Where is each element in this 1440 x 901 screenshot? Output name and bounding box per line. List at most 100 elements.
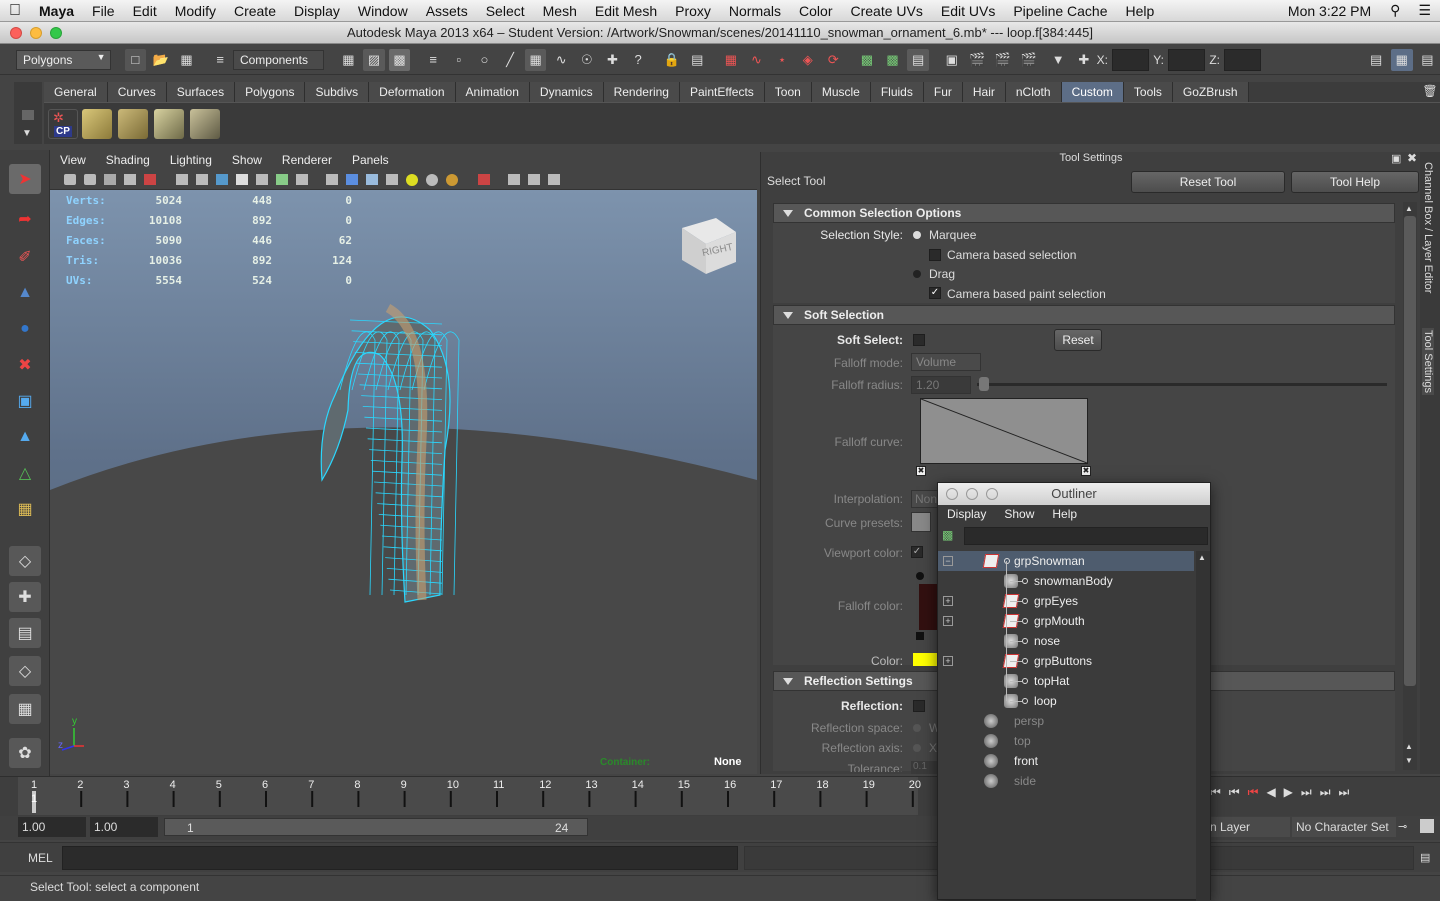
soft-reset-button[interactable]: Reset	[1054, 329, 1102, 351]
select-component-icon[interactable]: ▩	[388, 48, 411, 71]
snap-grid-icon[interactable]: ▦	[720, 49, 742, 71]
zoom-window-button[interactable]	[50, 27, 62, 39]
tool-settings-tab[interactable]: Tool Settings	[1422, 328, 1434, 395]
soft-modification-icon[interactable]: ▲	[9, 422, 41, 452]
snap-plane-icon[interactable]: ◈	[797, 49, 819, 71]
viewport-menu-panels[interactable]: Panels	[342, 152, 399, 170]
shelf-tab-rendering[interactable]: Rendering	[603, 82, 680, 102]
x-field[interactable]	[1111, 48, 1150, 71]
expand-icon[interactable]: +	[943, 656, 953, 666]
perspective-outliner-layout-icon[interactable]: ▤	[9, 618, 41, 648]
outliner-menu-display[interactable]: Display	[938, 505, 995, 525]
anim-layer-dropdown[interactable]: n Layer	[1206, 817, 1290, 837]
outliner-item-tophat[interactable]: topHat	[938, 671, 1194, 691]
new-scene-icon[interactable]: □	[124, 48, 147, 71]
viewport-menu-lighting[interactable]: Lighting	[160, 152, 222, 170]
lock-selection-icon[interactable]: 🔒	[661, 49, 683, 71]
tool-settings-toggle-icon[interactable]: ▦	[1390, 48, 1413, 71]
show-manipulator-icon[interactable]: △	[9, 458, 41, 488]
outliner-scroll-up-icon[interactable]: ▲	[1198, 553, 1206, 562]
select-hierarchy-icon[interactable]: ▦	[338, 49, 360, 71]
absolute-transform-icon[interactable]: ✚	[1073, 49, 1095, 71]
scroll-down-icon[interactable]: ▼	[1405, 756, 1413, 765]
falloff-color-key-top[interactable]	[916, 572, 924, 580]
animation-preferences-icon[interactable]	[1420, 819, 1434, 833]
menu-select[interactable]: Select	[477, 3, 534, 19]
curve-key-start-icon[interactable]: ✖	[916, 466, 926, 476]
single-perspective-layout-icon[interactable]: ◇	[9, 546, 41, 576]
shelf-tab-ncloth[interactable]: nCloth	[1005, 82, 1062, 102]
shelf-tab-animation[interactable]: Animation	[455, 82, 530, 102]
mask-menu-icon[interactable]: ≡	[422, 49, 444, 71]
scroll-up-2-icon[interactable]: ▲	[1405, 742, 1413, 751]
close-window-button[interactable]	[10, 27, 22, 39]
minimize-window-button[interactable]	[30, 27, 42, 39]
shelf-options-icon[interactable]: ▼	[22, 128, 32, 139]
selection-mode-dropdown[interactable]: Components	[232, 49, 324, 70]
ipr-render-icon[interactable]: 🎬	[992, 49, 1014, 71]
input-ops-icon[interactable]: ▩	[856, 49, 878, 71]
scroll-up-icon[interactable]: ▲	[1405, 204, 1413, 213]
perspective-graph-layout-icon[interactable]: ◇	[9, 656, 41, 686]
float-panel-icon[interactable]: ▣	[1391, 152, 1401, 165]
input-field-menu-icon[interactable]: ▼	[1047, 49, 1069, 71]
falloff-radius-handle[interactable]	[979, 377, 989, 391]
outliner-filter-icon[interactable]: ▩	[942, 528, 960, 546]
shelf-tab-surfaces[interactable]: Surfaces	[166, 82, 236, 102]
select-tool-icon[interactable]: ➤	[9, 164, 41, 194]
time-slider[interactable]: 1 2 3 4 5 6 7 8 9 10 11 12 13 14 15 16 17 18 19 20 1 ⏮ ⏮ ⏮ …	[0, 776, 1440, 816]
interpolation-dropdown[interactable]: Non	[911, 490, 939, 508]
marquee-radio[interactable]	[913, 231, 921, 239]
menu-create[interactable]: Create	[225, 3, 285, 19]
falloff-color-key-bottom[interactable]	[916, 632, 924, 640]
tool-settings-scrollbar[interactable]: ▲ ▲ ▼	[1403, 202, 1417, 770]
falloff-color-ramp[interactable]	[919, 584, 939, 630]
soft-selection-header[interactable]: Soft Selection	[773, 305, 1395, 325]
step-forward-key-icon[interactable]: ⏭	[1320, 785, 1331, 800]
collapse-icon[interactable]: ≡	[209, 49, 231, 71]
attribute-editor-toggle-icon[interactable]: ▤	[1365, 49, 1387, 71]
rotate-tool-icon[interactable]: ●	[9, 314, 41, 344]
outliner-item-side[interactable]: side	[938, 771, 1194, 791]
scale-tool-icon[interactable]: ✖	[9, 350, 41, 380]
output-ops-icon[interactable]: ▩	[882, 49, 904, 71]
menu-edit-uvs[interactable]: Edit UVs	[932, 3, 1004, 19]
handle-mask-icon[interactable]: ✚	[602, 49, 624, 71]
falloff-curve-graph[interactable]	[920, 398, 1088, 464]
render-settings-icon[interactable]: 🎬	[1018, 49, 1040, 71]
outliner-item-snowmanbody[interactable]: snowmanBody	[938, 571, 1194, 591]
channel-box-tab[interactable]: Channel Box / Layer Editor	[1422, 162, 1434, 293]
outliner-item-grpsnowman[interactable]: − grpSnowman	[938, 551, 1194, 571]
shelf-item-3-icon[interactable]	[118, 109, 148, 139]
menu-proxy[interactable]: Proxy	[666, 3, 720, 19]
curve-preset-1-button[interactable]	[911, 512, 931, 532]
menu-modify[interactable]: Modify	[166, 3, 225, 19]
paint-select-tool-icon[interactable]: ✐	[9, 242, 41, 272]
reflection-space-radio[interactable]	[913, 724, 921, 732]
snap-point-icon[interactable]: ⋆	[771, 49, 793, 71]
shelf-tab-muscle[interactable]: Muscle	[811, 82, 871, 102]
camera-based-paint-checkbox[interactable]: ✓	[929, 287, 941, 299]
outliner-minimize-button[interactable]	[966, 488, 978, 500]
z-field[interactable]	[1224, 48, 1262, 71]
shelf-tab-curves[interactable]: Curves	[107, 82, 167, 102]
open-scene-icon[interactable]: 📂	[150, 49, 172, 71]
start-time-field[interactable]: 1.00	[18, 817, 86, 837]
menu-mesh[interactable]: Mesh	[534, 3, 586, 19]
shelf-tab-custom[interactable]: Custom	[1061, 82, 1124, 102]
viewport-color-checkbox[interactable]: ✓	[911, 546, 923, 558]
construction-history-icon[interactable]: ▤	[907, 48, 929, 71]
mel-input[interactable]	[62, 846, 738, 870]
drag-radio[interactable]	[913, 270, 921, 278]
shelf-tab-dynamics[interactable]: Dynamics	[529, 82, 604, 102]
go-to-end-icon[interactable]: ⏭	[1339, 785, 1350, 800]
select-object-icon[interactable]: ▨	[363, 48, 385, 71]
camera-based-selection-checkbox[interactable]	[929, 249, 941, 261]
shelf-tab-polygons[interactable]: Polygons	[235, 82, 306, 102]
tool-help-button[interactable]: Tool Help	[1291, 171, 1419, 193]
collapse-icon[interactable]: −	[943, 556, 953, 566]
y-field[interactable]	[1167, 48, 1206, 71]
uv-mask-icon[interactable]: ▦	[524, 48, 547, 71]
curve-key-end-icon[interactable]: ✖	[1081, 466, 1091, 476]
shelf-item-4-icon[interactable]	[154, 109, 184, 139]
